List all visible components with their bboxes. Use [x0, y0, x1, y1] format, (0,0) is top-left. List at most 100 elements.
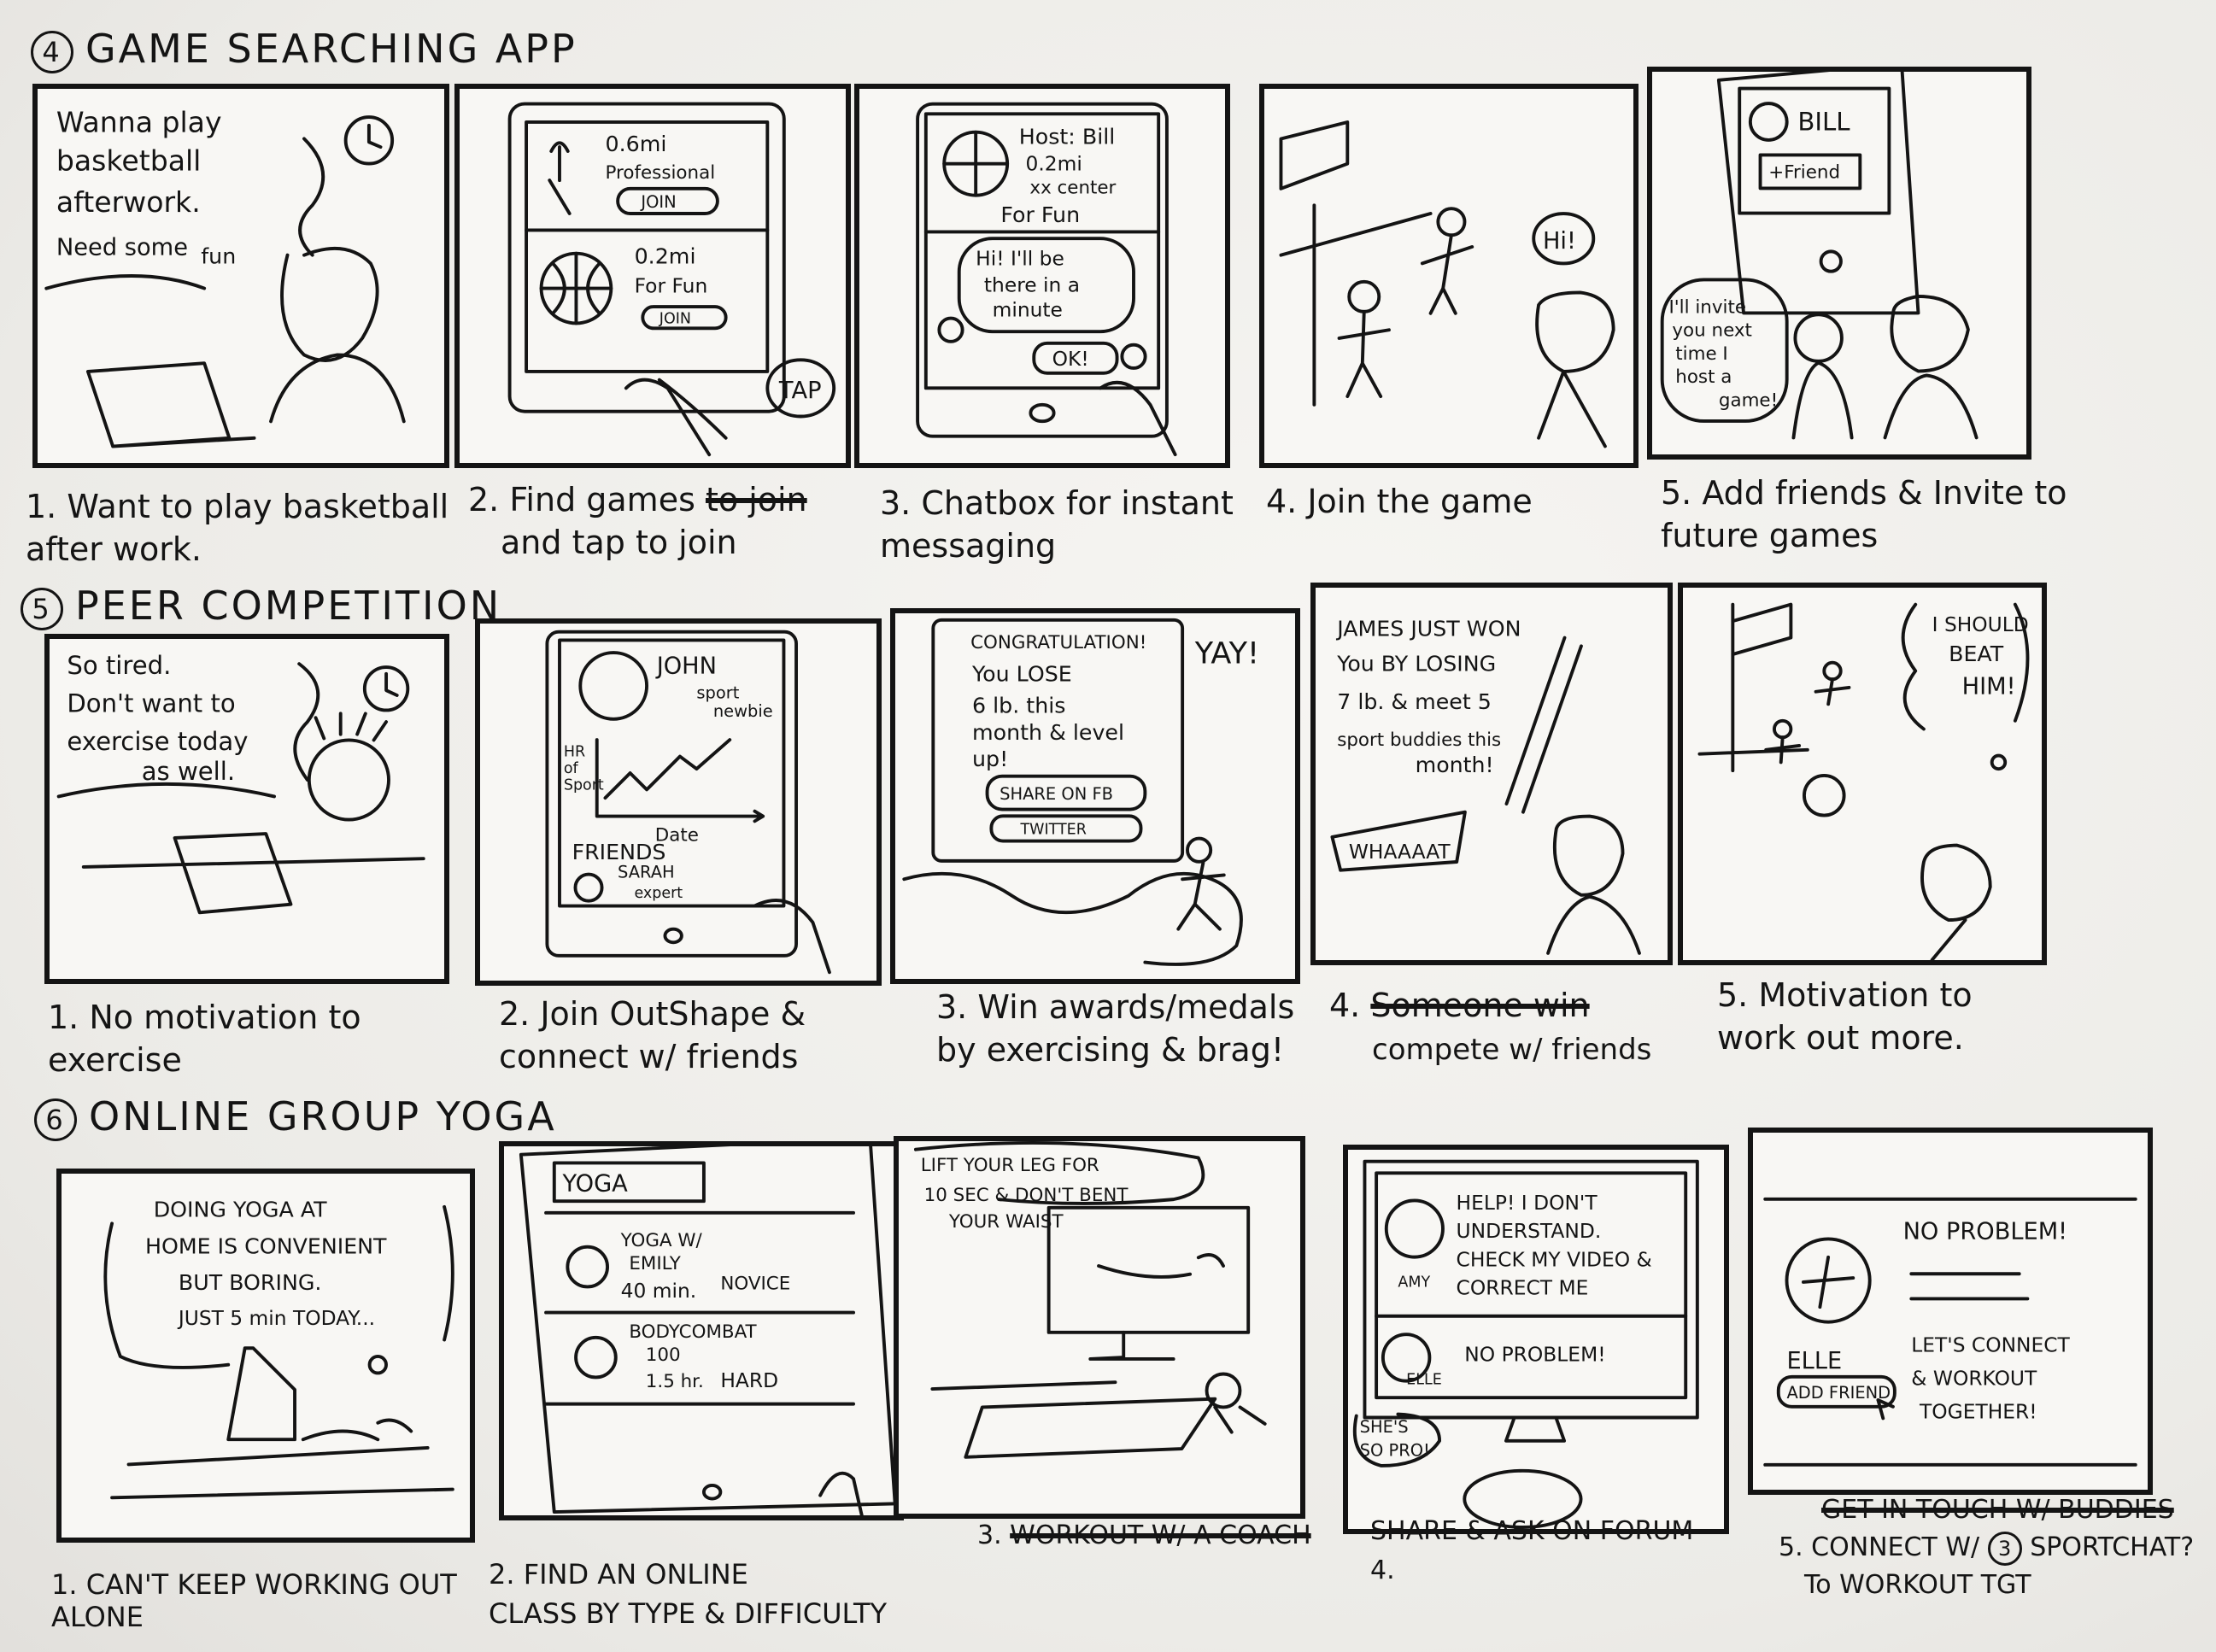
- section-number: 6: [34, 1098, 77, 1141]
- caption-coach: 3. WORKOUT W/ A COACH: [977, 1519, 1311, 1553]
- difficulty-badge: HARD: [720, 1368, 778, 1392]
- share-label: SHARE ON FB: [1000, 784, 1113, 804]
- finger-sketch: [753, 899, 831, 975]
- location-text: xx center: [1029, 178, 1116, 199]
- speech-text: host a: [1675, 366, 1732, 388]
- caption-text: 2. Find games: [468, 481, 695, 518]
- profile-level: sport: [696, 682, 739, 702]
- storyboard-panel-forum: AMY HELP! I DON'T UNDERSTAND. CHECK MY V…: [1343, 1145, 1729, 1534]
- basketball-icon: [1803, 773, 1846, 817]
- player-body: [1814, 677, 1851, 706]
- finger-sketch: [818, 1471, 864, 1515]
- person-body: [269, 353, 406, 424]
- badminton-icon: [548, 141, 572, 215]
- add-friend-label: +Friend: [1768, 162, 1840, 184]
- caption-strikethrough: GET IN TOUCH W/ BUDDIES: [1821, 1495, 2174, 1525]
- person-head: [280, 246, 379, 362]
- person-sketch: [1546, 814, 1641, 955]
- add-friend-label: ADD FRIEND: [1786, 1383, 1891, 1403]
- avatar-icon: [937, 316, 964, 343]
- person-head: [1793, 313, 1844, 363]
- caption-text: SPORTCHAT?: [2030, 1532, 2195, 1562]
- phone-edge: [1504, 636, 1583, 814]
- section-title-text: ONLINE GROUP YOGA: [89, 1093, 557, 1139]
- coach-instruction: YOUR WAIST: [948, 1211, 1064, 1233]
- reply-text: & WORKOUT: [1911, 1367, 2037, 1391]
- avatar-icon: [574, 1335, 618, 1380]
- news-text: month!: [1416, 753, 1494, 777]
- storyboard-panel-add-friends: BILL +Friend I'll invite you next time I…: [1647, 67, 2031, 460]
- difficulty-badge: NOVICE: [720, 1273, 790, 1294]
- thought-text: Wanna play: [56, 106, 222, 139]
- post-text: HELP! I DON'T: [1457, 1191, 1598, 1215]
- speech-text: I'll invite: [1668, 296, 1746, 318]
- clock-hands: [366, 123, 383, 149]
- person-sketch: [1535, 290, 1615, 448]
- storyboard-panel-compete: JAMES JUST WON You BY LOSING 7 lb. & mee…: [1310, 583, 1673, 965]
- storyboard-panel-yoga-alone: DOING YOGA AT HOME IS CONVENIENT BUT BOR…: [56, 1169, 475, 1543]
- section-title-text: GAME SEARCHING APP: [85, 26, 577, 72]
- panel-sketch: I SHOULD BEAT HIM!: [1697, 602, 2030, 960]
- tv-stand-and-coach: [1088, 1253, 1225, 1361]
- caption-strikethrough: Someone win: [1370, 987, 1590, 1024]
- storyboard-panel-join-game: Hi!: [1259, 84, 1639, 468]
- award-text: month & level: [972, 720, 1124, 745]
- person-body: [1213, 1405, 1267, 1434]
- distance-text: 0.6mi: [606, 132, 667, 156]
- caption-no-motivation: 1. No motivation to exercise: [48, 999, 361, 1079]
- distance-text: 0.2mi: [635, 243, 696, 268]
- chat-message: there in a: [984, 272, 1080, 296]
- award-text: up!: [972, 747, 1008, 771]
- class-duration: 40 min.: [621, 1279, 697, 1303]
- thought-text: afterwork.: [56, 185, 201, 219]
- section-title-peer-competition: 5 PEER COMPETITION: [21, 583, 501, 630]
- caption-text: SHARE & ASK ON FORUM: [1370, 1516, 1694, 1546]
- caption-add-friends: 5. Add friends & Invite to future games: [1661, 474, 2067, 554]
- panel-sketch: ELLE ADD FRIEND NO PROBLEM! LET'S CONNEC…: [1763, 1197, 2137, 1467]
- join-label: JOIN: [640, 192, 676, 212]
- caption-number: 3.: [977, 1520, 1002, 1550]
- player-head: [1773, 718, 1793, 740]
- storyboard-panel-want-to-play: Wanna play basketball afterwork. Need so…: [32, 84, 449, 468]
- caption-motivation: 5. Motivation to work out more.: [1717, 976, 1973, 1057]
- avatar-icon: [566, 1245, 609, 1289]
- basketball-lines: [539, 251, 613, 325]
- reply-text: NO PROBLEM!: [1903, 1218, 2068, 1245]
- speech-text: game!: [1719, 390, 1778, 411]
- news-text: 7 lb. & meet 5: [1337, 689, 1492, 714]
- person-sketch: [1883, 294, 1979, 440]
- person-sketch: [1920, 843, 1992, 960]
- storyboard-panel-connect: ELLE ADD FRIEND NO PROBLEM! LET'S CONNEC…: [1748, 1128, 2153, 1495]
- section-number: 4: [31, 30, 73, 73]
- thought-dot: [1990, 753, 2008, 771]
- yoga-mat: [930, 1380, 1217, 1459]
- avatar-figure: [1801, 1255, 1855, 1309]
- player-head: [1347, 279, 1381, 313]
- friend-name: BILL: [1797, 107, 1850, 136]
- storyboard-panel-find-class: YOGA YOGA W/ EMILY 40 min. NOVICE BODYCO…: [499, 1141, 904, 1520]
- caption-forum: SHARE & ASK ON FORUM 4.: [1370, 1512, 1693, 1590]
- panel-sketch: BILL +Friend I'll invite you next time I…: [1660, 72, 1979, 440]
- friend-level: expert: [634, 885, 683, 902]
- reply-text: NO PROBLEM!: [1464, 1342, 1605, 1366]
- storyboard-panel-no-motivation: So tired. Don't want to exercise today a…: [44, 634, 449, 984]
- runner-head: [1186, 836, 1213, 864]
- lying-person: [301, 1418, 413, 1442]
- comment-text: SHE'S: [1360, 1417, 1409, 1437]
- player-body: [1337, 309, 1391, 399]
- home-button: [701, 1484, 723, 1501]
- chat-message: Hi! I'll be: [976, 246, 1064, 270]
- caption-text: WORKOUT W/ A COACH: [1010, 1520, 1311, 1550]
- caption-number: 4.: [1329, 987, 1361, 1024]
- section-number: 5: [21, 587, 63, 630]
- caption-find-class: 2. FIND AN ONLINE CLASS BY TYPE & DIFFIC…: [489, 1558, 888, 1630]
- reply-text: OK!: [1052, 347, 1089, 371]
- panel-sketch: Host: Bill 0.2mi xx center For Fun Hi! I…: [916, 102, 1177, 457]
- caption-join-outshape: 2. Join OutShape & connect w/ friends: [499, 995, 806, 1075]
- basketball-hoop: [1279, 120, 1433, 407]
- thought-text: fun: [201, 243, 236, 268]
- person-head: [307, 738, 390, 822]
- level-text: For Fun: [1000, 202, 1080, 227]
- join-label: JOIN: [659, 310, 691, 327]
- thought-text: Don't want to: [67, 688, 235, 718]
